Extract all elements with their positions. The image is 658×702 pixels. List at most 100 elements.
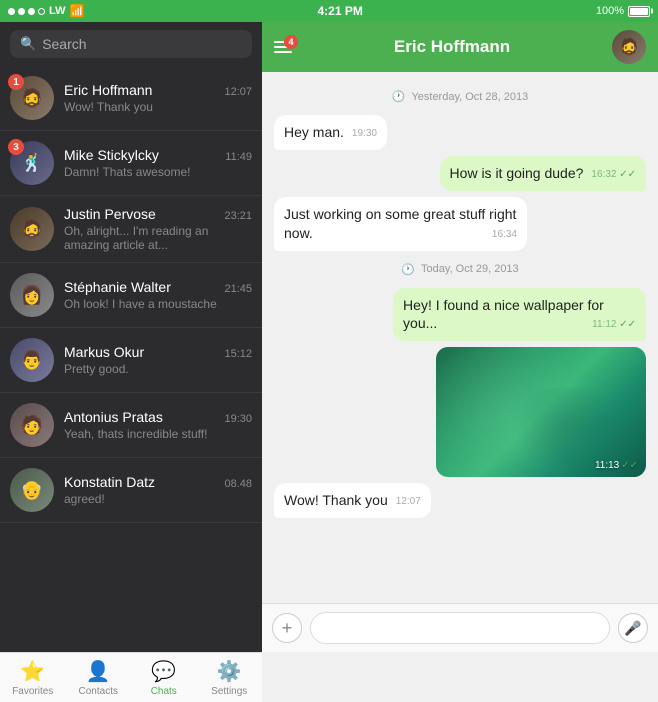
battery-fill	[630, 8, 648, 15]
message-time: 12:07	[396, 495, 421, 509]
chat-info: Stéphanie Walter21:45Oh look! I have a m…	[64, 279, 252, 311]
chat-preview: Damn! Thats awesome!	[64, 165, 252, 179]
image-time: 11:13 ✓✓	[595, 460, 638, 471]
avatar-wrap: 👨	[10, 338, 54, 382]
date-divider: 🕐 Today, Oct 29, 2013	[274, 263, 646, 276]
contacts-nav-label: Contacts	[79, 686, 118, 697]
chat-time: 21:45	[224, 283, 252, 295]
message-bubble: Hey man.19:30	[274, 115, 387, 150]
chat-info: Mike Stickylcky 11:49 Damn! Thats awesome!	[64, 147, 252, 179]
left-panel: 🔍 Search 🧔1Eric Hoffmann12:07Wow! Thank …	[0, 22, 262, 652]
dot-3	[28, 8, 35, 15]
chat-time: 19:30	[224, 413, 252, 425]
chat-item[interactable]: 👨Markus Okur15:12Pretty good.	[0, 328, 262, 393]
chat-preview: Yeah, thats incredible stuff!	[64, 427, 252, 441]
search-placeholder[interactable]: Search	[42, 36, 86, 52]
date-label: Today, Oct 29, 2013	[421, 263, 519, 275]
chat-title: Eric Hoffmann	[302, 37, 602, 57]
message-row: How is it going dude?16:32 ✓✓	[274, 156, 646, 191]
search-bar[interactable]: 🔍 Search	[10, 30, 252, 58]
chat-item[interactable]: 👴 Konstatin Datz08.48agreed!	[0, 458, 262, 523]
message-time: 16:34	[492, 228, 517, 242]
image-checkmarks: ✓✓	[621, 460, 638, 471]
message-bubble: Just working on some great stuff right n…	[274, 197, 527, 251]
message-row: 11:13 ✓✓	[274, 347, 646, 477]
contact-avatar[interactable]: 🧔	[612, 30, 646, 64]
chat-item[interactable]: 🧔1Eric Hoffmann12:07Wow! Thank you	[0, 66, 262, 131]
status-bar: LW 📶 4:21 PM 100%	[0, 0, 658, 22]
settings-nav-label: Settings	[211, 686, 247, 697]
avatar-wrap: 👴	[10, 468, 54, 512]
chat-info: Antonius Pratas19:30Yeah, thats incredib…	[64, 409, 252, 441]
chat-time: 23:21	[224, 210, 252, 222]
hamburger-button[interactable]: 4	[274, 41, 292, 53]
unread-badge: 3	[8, 139, 24, 155]
chat-name: Konstatin Datz	[64, 474, 155, 490]
carrier-label: LW	[49, 5, 66, 17]
message-text: Hey! I found a nice wallpaper for you...	[403, 297, 604, 332]
nav-item-favorites[interactable]: ⭐ Favorites	[0, 653, 66, 702]
chat-preview: Oh, alright... I'm reading an amazing ar…	[64, 224, 252, 252]
chat-name: Stéphanie Walter	[64, 279, 171, 295]
message-input[interactable]	[310, 612, 610, 644]
dot-4	[38, 8, 45, 15]
chats-nav-label: Chats	[151, 686, 177, 697]
avatar: 🧑	[10, 403, 54, 447]
battery-icon	[628, 6, 650, 17]
favorites-nav-label: Favorites	[12, 686, 53, 697]
message-text: Wow! Thank you	[284, 492, 388, 508]
chat-item[interactable]: 🧔 Justin Pervose 23:21 Oh, alright... I'm r…	[0, 196, 262, 263]
message-bubble: Wow! Thank you 12:07	[274, 483, 431, 518]
nav-item-settings[interactable]: ⚙️ Settings	[197, 653, 263, 702]
chats-nav-icon: 💬	[151, 659, 176, 684]
chat-info: Konstatin Datz08.48agreed!	[64, 474, 252, 506]
message-time: 16:32 ✓✓	[591, 168, 636, 182]
message-row: Hey! I found a nice wallpaper for you...…	[274, 288, 646, 342]
message-time: 11:12 ✓✓	[592, 318, 636, 332]
nav-item-chats[interactable]: 💬 Chats	[131, 653, 197, 702]
checkmarks-icon: ✓✓	[619, 319, 636, 330]
bottom-row: ⭐ Favorites 👤 Contacts 💬 Chats ⚙️ Settin…	[0, 652, 658, 702]
dot-1	[8, 8, 15, 15]
chat-time: 11:49	[225, 151, 252, 163]
avatar-wrap: 👩	[10, 273, 54, 317]
header-badge: 4	[284, 35, 298, 49]
avatar-wrap: 🧔	[10, 207, 54, 251]
chat-time: 12:07	[224, 86, 252, 98]
message-bubble: How is it going dude?16:32 ✓✓	[440, 156, 646, 191]
chat-info: Eric Hoffmann12:07Wow! Thank you	[64, 82, 252, 114]
contacts-nav-icon: 👤	[86, 659, 111, 684]
chat-time: 15:12	[224, 348, 252, 360]
search-icon: 🔍	[20, 36, 36, 52]
chat-name: Justin Pervose	[64, 206, 156, 222]
status-time: 4:21 PM	[317, 4, 362, 18]
nav-item-contacts[interactable]: 👤 Contacts	[66, 653, 132, 702]
chat-item[interactable]: 👩Stéphanie Walter21:45Oh look! I have a …	[0, 263, 262, 328]
message-bubble: Hey! I found a nice wallpaper for you...…	[393, 288, 646, 342]
date-divider: 🕐 Yesterday, Oct 28, 2013	[274, 90, 646, 103]
messages-list: 🕐 Yesterday, Oct 28, 2013 Hey man.19:30 Ho…	[262, 72, 658, 603]
clock-icon: 🕐	[401, 263, 415, 276]
message-row: Hey man.19:30	[274, 115, 646, 150]
avatar-wrap: 🕺3	[10, 141, 54, 185]
chat-header: 4 Eric Hoffmann 🧔	[262, 22, 658, 72]
image-bubble[interactable]: 11:13 ✓✓	[436, 347, 646, 477]
message-text: Hey man.	[284, 124, 344, 140]
avatar: 🧔	[10, 207, 54, 251]
bottom-nav: ⭐ Favorites 👤 Contacts 💬 Chats ⚙️ Settin…	[0, 652, 262, 702]
message-text: Just working on some great stuff right n…	[284, 206, 516, 241]
avatar: 👩	[10, 273, 54, 317]
add-button[interactable]: +	[272, 613, 302, 643]
mic-button[interactable]: 🎤	[618, 613, 648, 643]
chat-preview: agreed!	[64, 492, 252, 506]
chat-info: Justin Pervose 23:21 Oh, alright... I'm re…	[64, 206, 252, 252]
battery-percent: 100%	[596, 5, 624, 17]
chat-item[interactable]: 🧑 Antonius Pratas19:30Yeah, thats incredi…	[0, 393, 262, 458]
chat-name: Mike Stickylcky	[64, 147, 159, 163]
chat-name: Markus Okur	[64, 344, 144, 360]
chat-list: 🧔1Eric Hoffmann12:07Wow! Thank you 🕺3 Mike…	[0, 66, 262, 652]
settings-nav-icon: ⚙️	[217, 659, 242, 684]
chat-info: Markus Okur15:12Pretty good.	[64, 344, 252, 376]
chat-item[interactable]: 🕺3 Mike Stickylcky 11:49 Damn! Thats awesom…	[0, 131, 262, 196]
message-row: Wow! Thank you 12:07	[274, 483, 646, 518]
